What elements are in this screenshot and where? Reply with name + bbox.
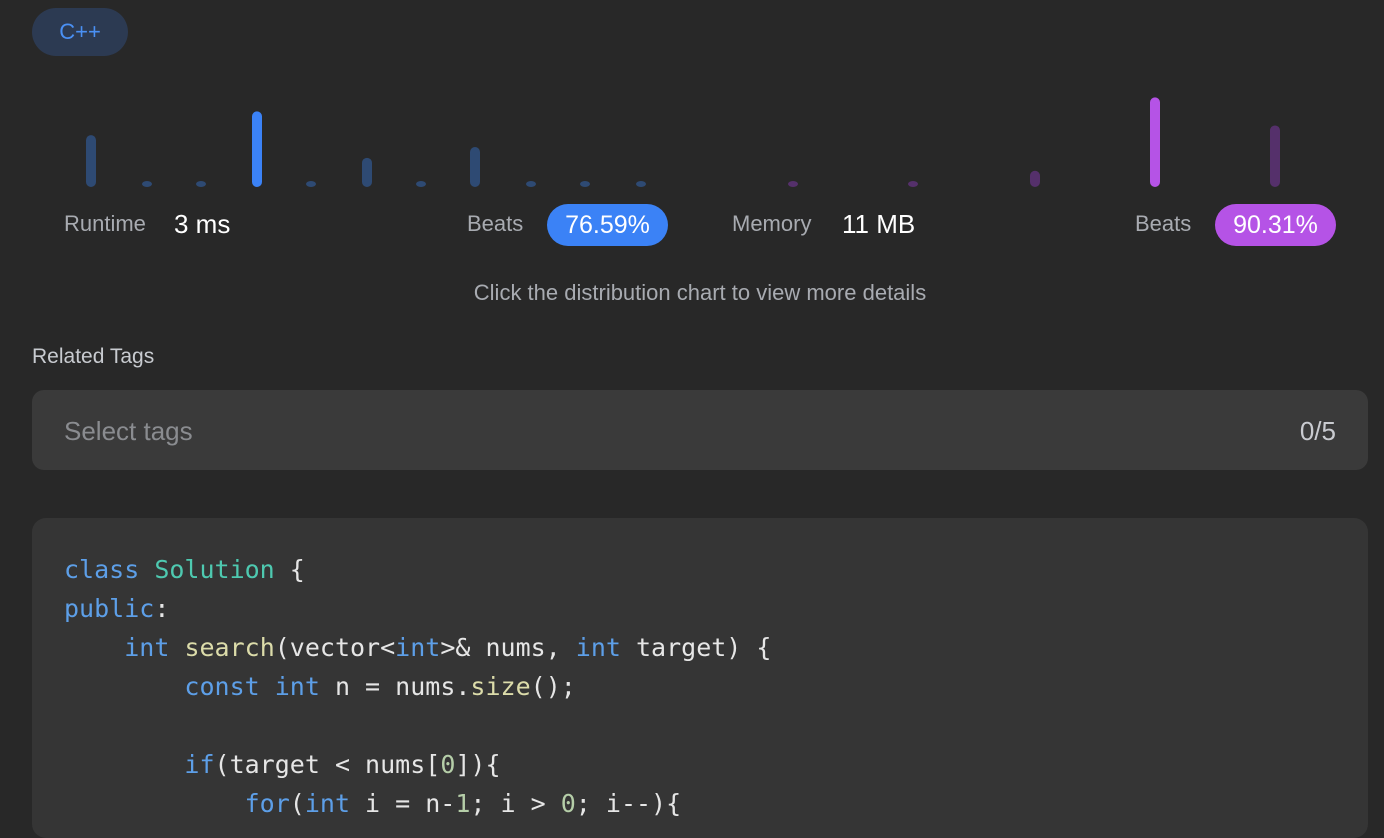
- code-line: int search(vector<int>& nums, int target…: [64, 628, 771, 667]
- code-token: size: [470, 672, 531, 701]
- code-token: const: [184, 672, 260, 701]
- code-token: search: [184, 633, 275, 662]
- code-line: if(target < nums[0]){: [64, 745, 771, 784]
- code-token: Solution: [154, 555, 275, 584]
- language-tag[interactable]: C++: [32, 8, 128, 56]
- memory-beats-label: Beats: [1135, 211, 1192, 236]
- code-token: >& nums,: [440, 633, 576, 662]
- runtime-beats-badge: 76.59%: [547, 204, 668, 246]
- runtime-label: Runtime: [64, 211, 146, 236]
- tags-select-input[interactable]: Select tags 0/5: [32, 390, 1368, 470]
- code-token: public: [64, 594, 155, 623]
- distribution-chart-click-area[interactable]: [60, 80, 1350, 190]
- code-token: n = nums.: [319, 672, 471, 701]
- code-line: for(int i = n-1; i > 0; i--){: [64, 784, 771, 823]
- memory-beats-badge: 90.31%: [1215, 204, 1336, 246]
- code-line: class Solution {: [64, 550, 771, 589]
- chart-hint: Click the distribution chart to view mor…: [473, 280, 927, 305]
- runtime-beats-label: Beats: [467, 211, 524, 236]
- code-token: target) {: [620, 633, 772, 662]
- code-token: (target < nums[: [214, 750, 441, 779]
- memory-value: 11 MB: [842, 209, 916, 239]
- code-token: 0: [440, 750, 456, 779]
- code-token: int: [274, 672, 320, 701]
- code-token: {: [274, 555, 305, 584]
- code-token: int: [124, 633, 170, 662]
- code-line: public:: [64, 589, 771, 628]
- code-token: ();: [530, 672, 576, 701]
- tags-placeholder: Select tags: [64, 416, 193, 446]
- code-token: (vector<: [274, 633, 396, 662]
- runtime-value: 3 ms: [174, 209, 231, 239]
- code-token: ]){: [455, 750, 501, 779]
- memory-label: Memory: [732, 211, 812, 236]
- code-token: int: [395, 633, 441, 662]
- code-line: const int n = nums.size();: [64, 667, 771, 706]
- code-token: int: [575, 633, 621, 662]
- code-content: class Solution {public: int search(vecto…: [64, 550, 771, 823]
- related-tags-title: Related Tags: [32, 345, 155, 368]
- tags-count: 0/5: [1299, 416, 1336, 446]
- code-token: :: [154, 594, 170, 623]
- code-token: class: [64, 555, 140, 584]
- code-token: if: [184, 750, 215, 779]
- code-block: class Solution {public: int search(vecto…: [32, 518, 1368, 838]
